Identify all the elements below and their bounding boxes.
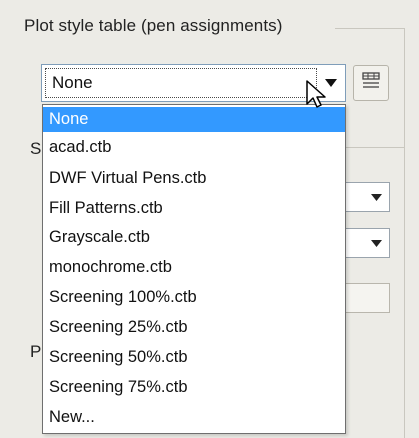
dpi-field[interactable] (344, 283, 390, 313)
table-edit-icon (360, 71, 382, 96)
edit-plot-style-button[interactable] (353, 65, 389, 101)
mouse-cursor-icon (306, 80, 330, 115)
quality-combo[interactable] (344, 228, 390, 258)
shade-combo[interactable] (344, 182, 390, 212)
dropdown-option[interactable]: DWF Virtual Pens.ctb (43, 166, 345, 191)
dropdown-option[interactable]: Screening 25%.ctb (43, 315, 345, 340)
chevron-down-icon[interactable] (365, 185, 387, 209)
dropdown-option[interactable]: None (43, 107, 345, 132)
dropdown-option[interactable]: New... (43, 405, 345, 430)
dropdown-option[interactable]: Screening 75%.ctb (43, 375, 345, 400)
group-title: Plot style table (pen assignments) (24, 16, 283, 35)
dropdown-option[interactable]: Screening 100%.ctb (43, 285, 345, 310)
dropdown-option[interactable]: acad.ctb (43, 135, 345, 160)
dropdown-option[interactable]: monochrome.ctb (43, 255, 345, 280)
section-divider (346, 147, 404, 148)
group-border-right (404, 28, 405, 438)
combo-value: None (52, 73, 93, 92)
plot-style-table-combo[interactable]: None (41, 64, 346, 102)
plot-style-dropdown-list[interactable]: None acad.ctb DWF Virtual Pens.ctb Fill Pat… (42, 104, 346, 434)
group-border-top (335, 28, 405, 29)
dropdown-option[interactable]: Fill Patterns.ctb (43, 196, 345, 221)
dropdown-option[interactable]: Screening 50%.ctb (43, 345, 345, 370)
chevron-down-icon[interactable] (365, 231, 387, 255)
dropdown-option[interactable]: Grayscale.ctb (43, 225, 345, 250)
